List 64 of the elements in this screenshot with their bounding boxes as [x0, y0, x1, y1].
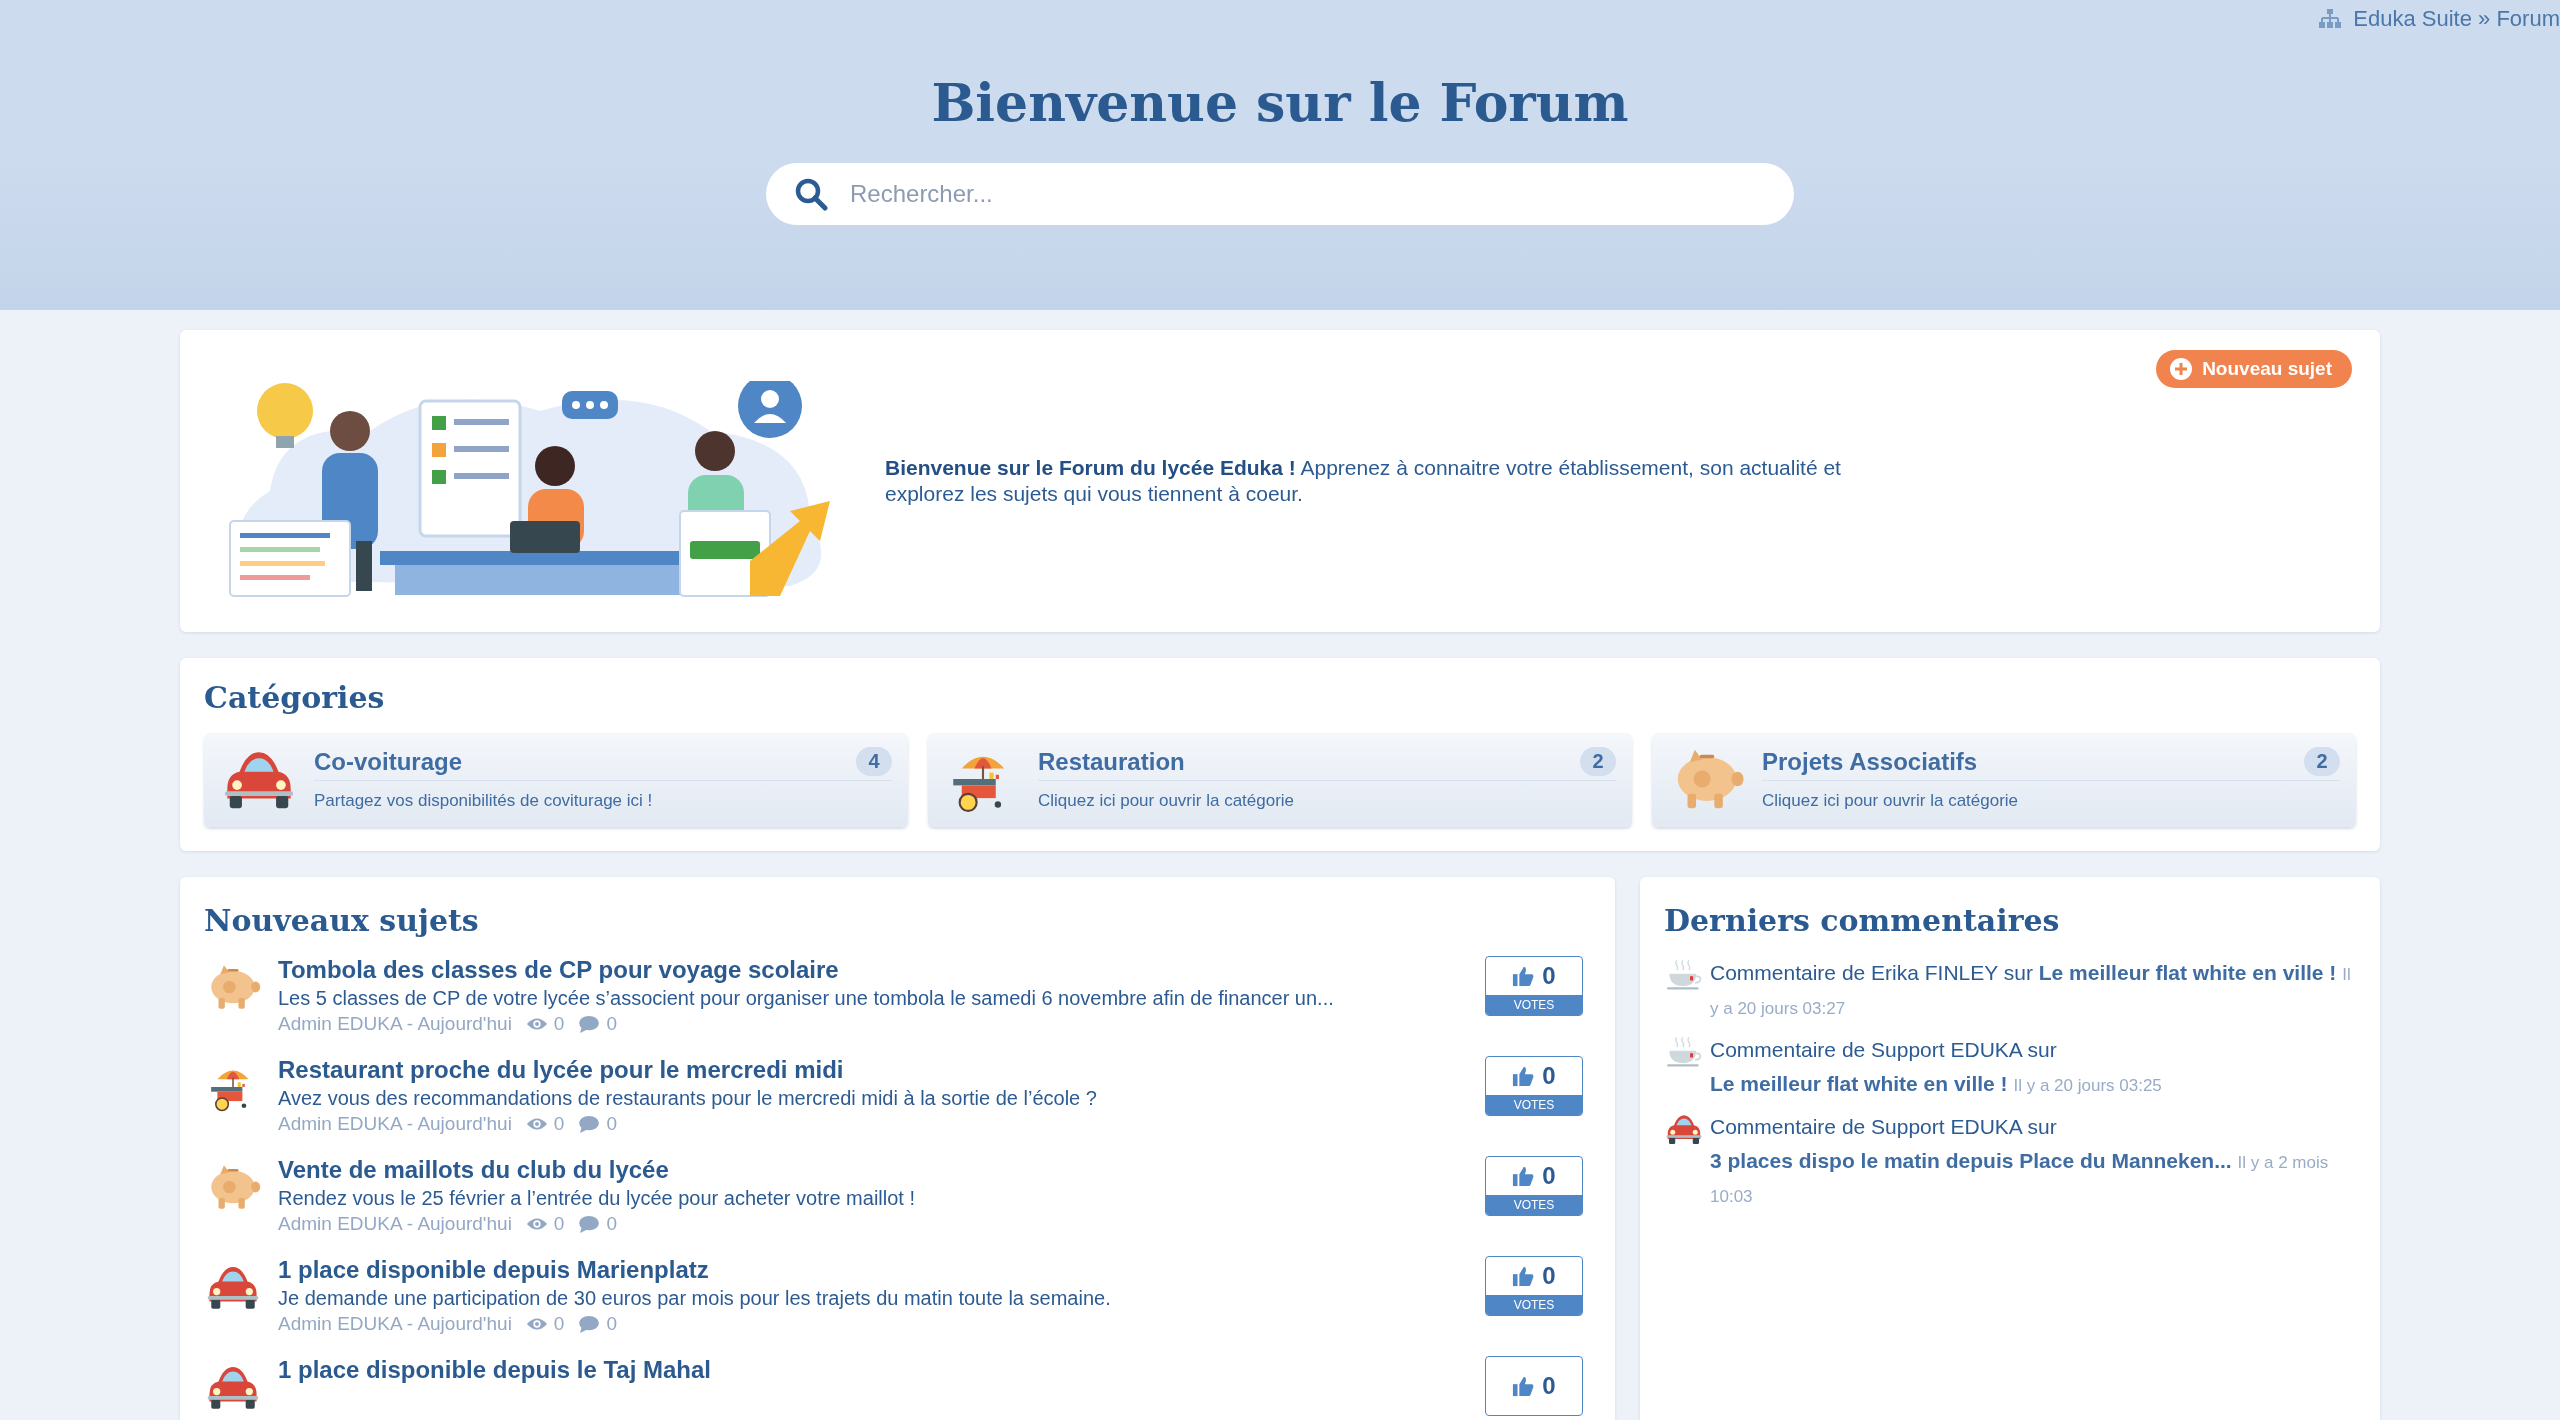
section-title: Nouveaux sujets	[204, 903, 480, 938]
category-card[interactable]: Restauration 2 Cliquez ici pour ouvrir la catégorie	[928, 733, 1632, 827]
speech-bubble-icon	[578, 1015, 601, 1033]
comment-count: 0	[606, 1013, 617, 1035]
view-count: 0	[553, 1113, 565, 1135]
comment-text: Commentaire de Support EDUKA sur 3 places dispo le matin depuis Place du Manneken... Il y a 2 mois 10:03	[1710, 1114, 2330, 1208]
category-name: Co-voiturage	[314, 747, 463, 776]
thumbs-up-icon	[1512, 1265, 1535, 1287]
car-icon	[1664, 1112, 1704, 1147]
topic-link[interactable]: Le meilleur flat white en ville !	[2038, 961, 2337, 984]
topic-title[interactable]: Vente de maillots du club du lycée	[278, 1156, 1469, 1184]
category-name: Restauration	[1038, 747, 1186, 776]
topic-title[interactable]: Tombola des classes de CP pour voyage scolaire	[278, 956, 1469, 984]
comment-text: Commentaire de Erika FINLEY sur Le meilleur flat white en ville ! Il y a 20 jours 03:27	[1710, 960, 2352, 1020]
coffee-cup-icon	[1664, 1035, 1704, 1070]
comment-text: Commentaire de Support EDUKA sur Le meilleur flat white en ville ! Il y a 20 jours 03:25	[1710, 1037, 2163, 1097]
topic-count: 4	[856, 747, 892, 776]
vote-button[interactable]: 0	[1485, 1356, 1583, 1416]
speech-bubble-icon	[578, 1115, 601, 1133]
search-field[interactable]: Rechercher...	[766, 163, 1794, 225]
category-description: Cliquez ici pour ouvrir la catégorie	[1762, 791, 2020, 811]
category-description: Partagez vos disponibilités de coviturage ici !	[314, 791, 654, 811]
thumbs-up-icon	[1512, 965, 1535, 987]
topic-count: 2	[1580, 747, 1616, 776]
view-count: 0	[553, 1213, 565, 1235]
category-name: Projets Associatifs	[1762, 747, 1979, 776]
thumbs-up-icon	[1512, 1065, 1535, 1087]
sitemap-icon	[2319, 9, 2342, 29]
view-count: 0	[553, 1313, 565, 1335]
category-description: Cliquez ici pour ouvrir la catégorie	[1038, 791, 1296, 811]
welcome-text: Bienvenue sur le Forum du lycée Eduka ! Apprenez à connaitre votre établissement, son actualité et explorez les sujets qui vous tiennent à coeur.	[885, 454, 1842, 507]
topic-excerpt: Rendez vous le 25 février a l’entrée du lycée pour acheter votre maillot !	[278, 1187, 916, 1210]
topic-excerpt: Je demande une participation de 30 euros par mois pour les trajets du matin toute la semaine.	[278, 1287, 1112, 1310]
thumbs-up-icon	[1512, 1165, 1535, 1187]
comment-count: 0	[606, 1313, 617, 1335]
comment-count: 0	[606, 1213, 617, 1235]
topic-link[interactable]: 3 places dispo le matin depuis Place du Manneken...	[1710, 1148, 2232, 1172]
vote-button[interactable]: 0 VOTES	[1485, 1156, 1583, 1216]
thumbs-up-icon	[1512, 1375, 1535, 1397]
topic-excerpt: Avez vous des recommandations de restaurants pour le mercredi midi à la sortie de l’école ?	[278, 1087, 1098, 1110]
vote-button[interactable]: 0 VOTES	[1485, 1056, 1583, 1116]
plus-icon	[2170, 358, 2193, 380]
topic-author-date: Admin EDUKA - Aujourd'hui	[278, 1213, 512, 1235]
topic-excerpt: Les 5 classes de CP de votre lycée s’associent pour organiser une tombola le samedi 6 novembre afin de financer un...	[278, 987, 1335, 1010]
category-card[interactable]: Projets Associatifs 2 Cliquez ici pour ouvrir la catégorie	[1652, 733, 2356, 827]
view-count: 0	[553, 1013, 565, 1035]
speech-bubble-icon	[578, 1215, 601, 1233]
topic-author-date: Admin EDUKA - Aujourd'hui	[278, 1313, 512, 1335]
comment-count: 0	[606, 1113, 617, 1135]
coffee-cup-icon	[1664, 958, 1704, 992]
topic-author-date: Admin EDUKA - Aujourd'hui	[278, 1113, 512, 1135]
page-title: Bienvenue sur le Forum	[931, 72, 1629, 133]
section-title: Derniers commentaires	[1664, 903, 2061, 938]
vote-button[interactable]: 0 VOTES	[1485, 956, 1583, 1016]
section-title: Catégories	[204, 680, 386, 715]
topic-count: 2	[2304, 747, 2340, 776]
topic-title[interactable]: Restaurant proche du lycée pour le mercredi midi	[278, 1056, 1469, 1084]
topic-link[interactable]: Le meilleur flat white en ville !	[1710, 1071, 2008, 1095]
topic-title[interactable]: 1 place disponible depuis Marienplatz	[278, 1256, 1469, 1284]
topic-author-date: Admin EDUKA - Aujourd'hui	[278, 1013, 512, 1035]
topic-title[interactable]: 1 place disponible depuis le Taj Mahal	[278, 1356, 1469, 1384]
vote-button[interactable]: 0 VOTES	[1485, 1256, 1583, 1316]
category-card[interactable]: Co-voiturage 4 Partagez vos disponibilités de coviturage ici !	[204, 733, 908, 827]
speech-bubble-icon	[578, 1315, 601, 1333]
